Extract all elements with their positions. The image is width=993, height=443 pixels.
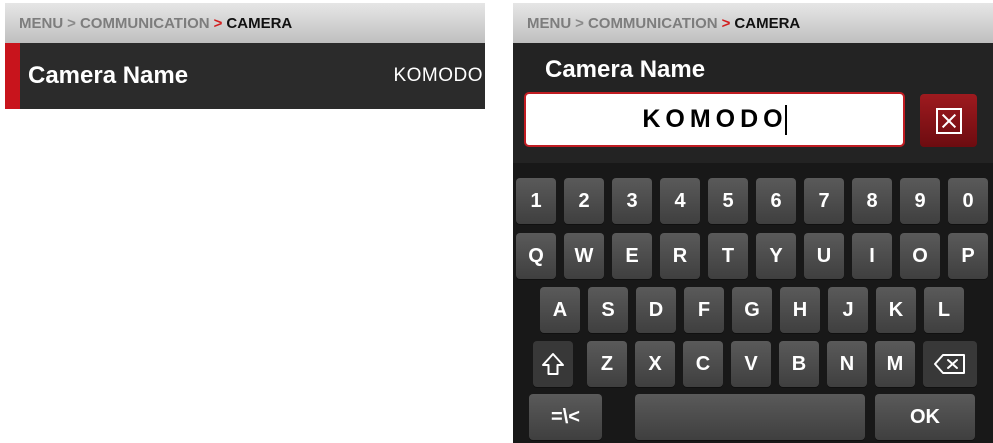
camera-name-input-text: KOMODO <box>642 105 788 133</box>
key-d[interactable]: D <box>636 287 676 333</box>
backspace-icon <box>934 354 965 374</box>
selection-marker <box>5 43 20 109</box>
breadcrumb-camera: CAMERA <box>734 14 801 32</box>
key-b[interactable]: B <box>779 341 819 387</box>
ok-button[interactable]: OK <box>875 394 975 440</box>
key-t[interactable]: T <box>708 233 748 279</box>
key-9[interactable]: 9 <box>900 178 940 224</box>
key-p[interactable]: P <box>948 233 988 279</box>
menu-item-value: KOMODO <box>393 65 483 86</box>
key-j[interactable]: J <box>828 287 868 333</box>
camera-name-input[interactable]: KOMODO <box>524 92 905 147</box>
key-y[interactable]: Y <box>756 233 796 279</box>
breadcrumb-menu[interactable]: MENU <box>527 15 571 32</box>
backspace-key[interactable] <box>923 341 977 387</box>
key-z[interactable]: Z <box>587 341 627 387</box>
key-h[interactable]: H <box>780 287 820 333</box>
key-f[interactable]: F <box>684 287 724 333</box>
key-2[interactable]: 2 <box>564 178 604 224</box>
key-u[interactable]: U <box>804 233 844 279</box>
key-w[interactable]: W <box>564 233 604 279</box>
breadcrumb: MENU > COMMUNICATION > CAMERA <box>513 3 993 43</box>
clear-x-icon <box>935 107 962 134</box>
key-5[interactable]: 5 <box>708 178 748 224</box>
field-title: Camera Name <box>545 56 706 83</box>
clear-button[interactable] <box>920 94 977 147</box>
breadcrumb-menu[interactable]: MENU <box>19 15 63 32</box>
key-4[interactable]: 4 <box>660 178 700 224</box>
key-n[interactable]: N <box>827 341 867 387</box>
breadcrumb-camera: CAMERA <box>226 14 293 32</box>
key-s[interactable]: S <box>588 287 628 333</box>
key-x[interactable]: X <box>635 341 675 387</box>
key-k[interactable]: K <box>876 287 916 333</box>
breadcrumb: MENU > COMMUNICATION > CAMERA <box>5 3 485 43</box>
key-c[interactable]: C <box>683 341 723 387</box>
key-1[interactable]: 1 <box>516 178 556 224</box>
on-screen-keyboard: 1 2 3 4 5 6 7 8 9 0 Q W E R T Y U I O P … <box>513 163 993 443</box>
shift-icon <box>542 353 564 375</box>
key-a[interactable]: A <box>540 287 580 333</box>
menu-item-label: Camera Name <box>28 62 189 89</box>
key-7[interactable]: 7 <box>804 178 844 224</box>
key-m[interactable]: M <box>875 341 915 387</box>
key-r[interactable]: R <box>660 233 700 279</box>
menu-item-camera-name[interactable]: Camera Name KOMODO <box>5 43 485 109</box>
key-3[interactable]: 3 <box>612 178 652 224</box>
breadcrumb-communication[interactable]: COMMUNICATION <box>588 15 718 32</box>
breadcrumb-communication[interactable]: COMMUNICATION <box>80 15 210 32</box>
key-8[interactable]: 8 <box>852 178 892 224</box>
keyboard-panel: MENU > COMMUNICATION > CAMERA Camera Nam… <box>513 3 993 443</box>
menu-panel: MENU > COMMUNICATION > CAMERA Camera Nam… <box>5 3 485 109</box>
key-6[interactable]: 6 <box>756 178 796 224</box>
text-cursor <box>784 104 787 135</box>
key-o[interactable]: O <box>900 233 940 279</box>
key-0[interactable]: 0 <box>948 178 988 224</box>
key-e[interactable]: E <box>612 233 652 279</box>
breadcrumb-separator: > <box>575 14 584 32</box>
key-q[interactable]: Q <box>516 233 556 279</box>
space-key[interactable] <box>635 394 865 440</box>
shift-key[interactable] <box>533 341 573 387</box>
key-g[interactable]: G <box>732 287 772 333</box>
key-l[interactable]: L <box>924 287 964 333</box>
symbols-key[interactable]: =\< <box>529 394 602 440</box>
breadcrumb-separator: > <box>67 14 76 32</box>
key-v[interactable]: V <box>731 341 771 387</box>
key-i[interactable]: I <box>852 233 892 279</box>
breadcrumb-separator-active: > <box>213 14 223 32</box>
breadcrumb-separator-active: > <box>721 14 731 32</box>
